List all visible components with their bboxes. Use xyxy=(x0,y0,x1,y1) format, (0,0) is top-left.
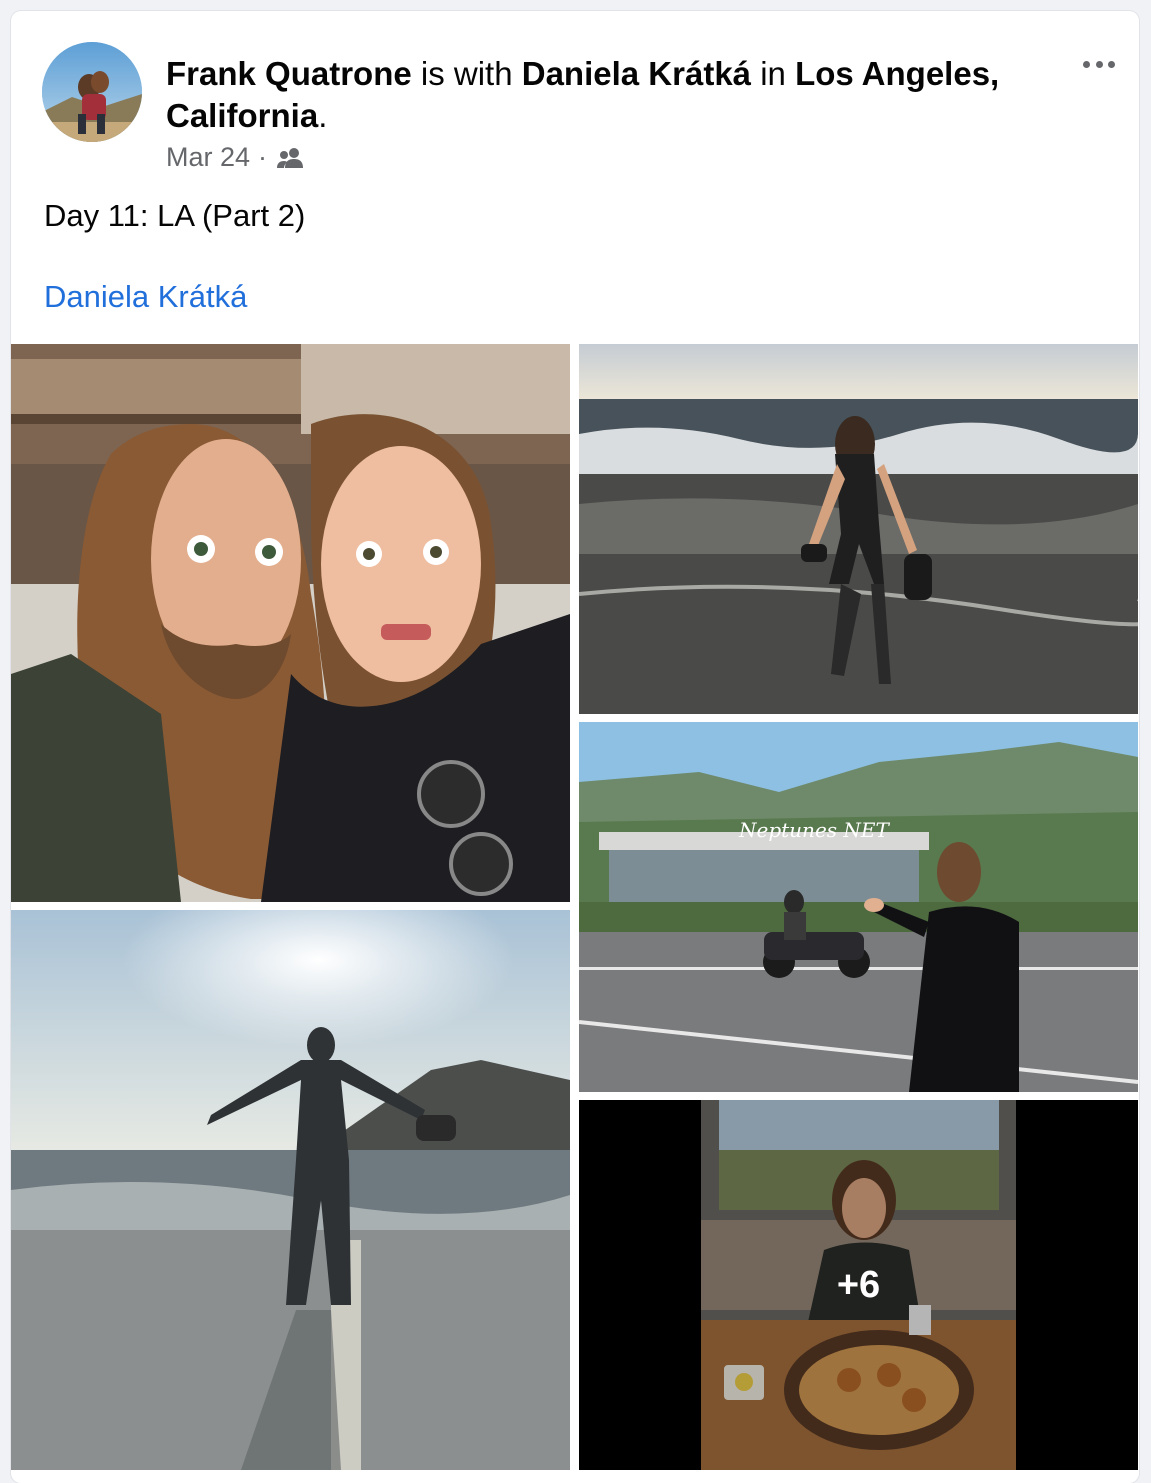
neptunes-net-photo[interactable]: Neptunes NET xyxy=(579,722,1138,1092)
neptunes-net-image: Neptunes NET xyxy=(579,722,1138,1092)
dot-icon xyxy=(1108,60,1115,68)
restaurant-photo[interactable]: +6 xyxy=(579,1100,1138,1470)
tagged-link[interactable]: Daniela Krátká xyxy=(44,279,247,315)
tagged-name[interactable]: Daniela Krátká xyxy=(522,55,751,92)
sunset-beach-image xyxy=(11,910,570,1470)
post-header: Frank Quatrone is with Daniela Krátká in… xyxy=(166,53,1066,137)
more-options-button[interactable] xyxy=(1079,51,1119,77)
beach-walk-photo[interactable] xyxy=(579,344,1138,714)
sign-text: Neptunes NET xyxy=(738,818,890,842)
dot-icon xyxy=(1095,60,1103,68)
author-name[interactable]: Frank Quatrone xyxy=(166,55,412,92)
selfie-image xyxy=(11,344,570,902)
avatar-image xyxy=(42,42,142,142)
friends-icon[interactable] xyxy=(275,146,305,170)
post-meta: Mar 24 · xyxy=(166,142,305,173)
in-text: in xyxy=(760,55,786,92)
post-date[interactable]: Mar 24 xyxy=(166,142,250,173)
selfie-photo[interactable] xyxy=(11,344,570,902)
end-punct: . xyxy=(318,97,328,134)
restaurant-image xyxy=(579,1100,1138,1470)
beach-walk-image xyxy=(579,344,1138,714)
meta-separator: · xyxy=(258,142,268,172)
with-text: is with xyxy=(420,55,513,92)
post-card: Frank Quatrone is with Daniela Krátká in… xyxy=(11,11,1139,1483)
dot-icon xyxy=(1083,60,1090,68)
post-body: Day 11: LA (Part 2) xyxy=(44,198,306,233)
author-avatar[interactable] xyxy=(42,42,142,142)
sunset-beach-photo[interactable] xyxy=(11,910,570,1470)
